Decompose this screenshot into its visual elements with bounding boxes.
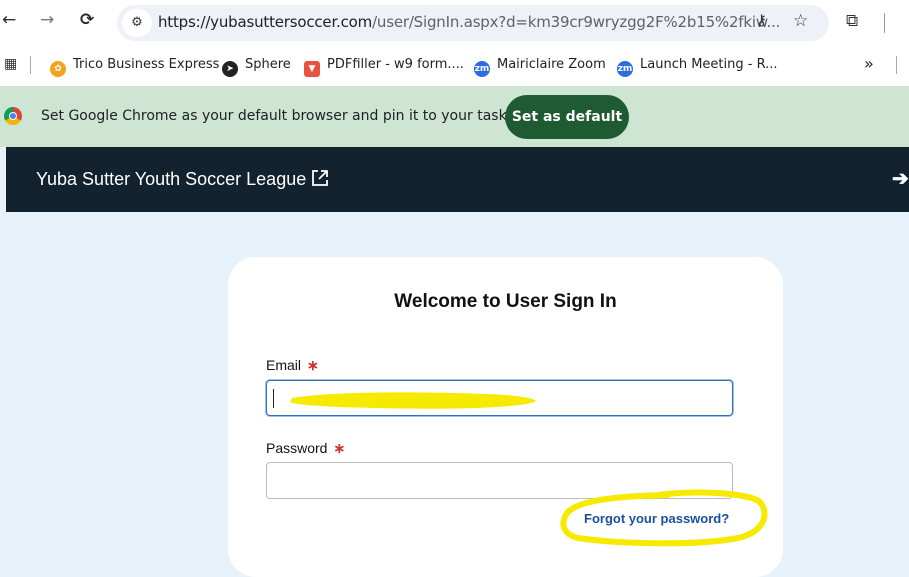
required-mark: ∗ [307, 357, 319, 373]
password-key-icon[interactable]: ⚷ [756, 11, 767, 29]
extensions-icon[interactable]: ⧉ [846, 11, 858, 31]
bookmark-label: Trico Business Express [73, 57, 220, 72]
zoom-icon: zm [474, 61, 490, 77]
url-host: https://yubasuttersoccer.com [158, 13, 373, 31]
email-label: Email ∗ [266, 357, 319, 374]
text-caret [273, 389, 274, 408]
bookmark-trico[interactable]: ✿ Trico Business Express [50, 57, 219, 77]
trico-icon: ✿ [50, 61, 66, 77]
external-link-icon[interactable] [310, 168, 330, 188]
bookmark-sphere[interactable]: ➤ Sphere [222, 57, 291, 77]
site-title-link[interactable]: Yuba Sutter Youth Soccer League [36, 169, 306, 190]
password-label: Password ∗ [266, 440, 345, 457]
set-as-default-button[interactable]: Set as default [505, 95, 629, 139]
zoom-icon: zm [617, 61, 633, 77]
bookmarks-divider [30, 56, 31, 74]
page-title: Welcome to User Sign In [394, 291, 617, 312]
sign-in-arrow-icon[interactable]: ➔ [892, 166, 909, 191]
reload-icon[interactable]: ⟳ [80, 10, 94, 30]
password-label-text: Password [266, 440, 328, 456]
email-label-text: Email [266, 357, 302, 373]
bookmarks-divider [896, 56, 897, 74]
bookmark-label: Sphere [245, 57, 291, 72]
pdffiller-icon: ▼ [304, 61, 320, 77]
sphere-icon: ➤ [222, 61, 238, 77]
bookmark-pdffiller[interactable]: ▼ PDFfiller - w9 form.... [304, 57, 464, 77]
apps-icon[interactable]: ▦ [4, 56, 17, 72]
bookmark-launch-meeting[interactable]: zm Launch Meeting - R... [617, 57, 778, 77]
chrome-logo-icon [4, 107, 22, 125]
bookmark-label: PDFfiller - w9 form.... [327, 57, 464, 72]
infobar-text: Set Google Chrome as your default browse… [41, 108, 530, 124]
bookmarks-overflow-icon[interactable]: » [864, 54, 874, 73]
back-icon[interactable]: ← [2, 10, 16, 30]
url-path: /user/SignIn.aspx?d=km39cr9wryzgg2F%2b15… [372, 13, 781, 31]
forgot-password-link[interactable]: Forgot your password? [584, 511, 729, 526]
required-mark: ∗ [333, 440, 346, 456]
bookmark-zoom[interactable]: zm Mairiclaire Zoom [474, 57, 606, 77]
bookmark-star-icon[interactable]: ☆ [793, 11, 808, 31]
toolbar-divider [884, 13, 885, 33]
url-text[interactable]: https://yubasuttersoccer.com/user/SignIn… [158, 13, 780, 31]
redaction-mark [290, 392, 536, 409]
site-info-icon[interactable]: ⚙ [122, 9, 152, 37]
bookmark-label: Mairiclaire Zoom [497, 57, 606, 72]
bookmark-label: Launch Meeting - R... [640, 57, 778, 72]
forward-icon[interactable]: → [40, 10, 54, 30]
